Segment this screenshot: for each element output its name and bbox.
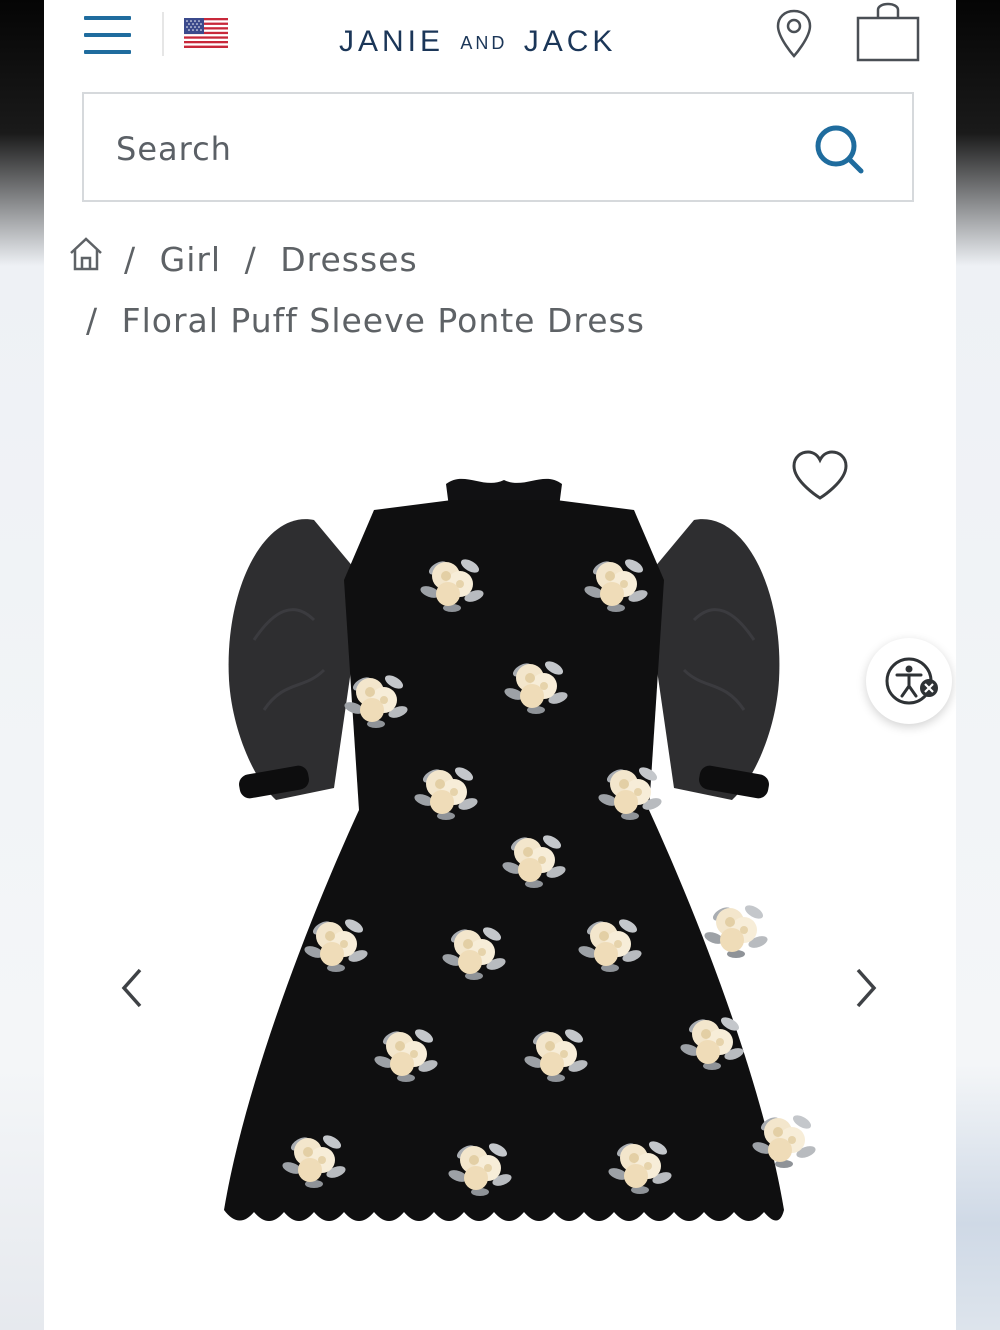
divider xyxy=(162,12,164,56)
product-image xyxy=(224,478,818,1221)
breadcrumb-dresses[interactable]: Dresses xyxy=(280,240,417,279)
breadcrumb-product: Floral Puff Sleeve Ponte Dress xyxy=(121,301,645,340)
chevron-left-icon[interactable] xyxy=(116,964,146,1012)
product-page: JANIE AND JACK / Girl / Dresses / Floral… xyxy=(44,0,956,1330)
us-flag-icon[interactable] xyxy=(184,18,228,48)
backdrop-right xyxy=(956,0,1000,1330)
breadcrumb-girl[interactable]: Girl xyxy=(160,240,221,279)
brand-word-small: AND xyxy=(460,33,508,53)
breadcrumb-separator: / xyxy=(124,240,137,279)
search-bar xyxy=(82,92,914,202)
accessibility-button[interactable] xyxy=(866,638,952,724)
accessibility-icon xyxy=(885,657,938,705)
breadcrumb-current-row: / Floral Puff Sleeve Ponte Dress xyxy=(86,301,645,340)
backdrop-left xyxy=(0,0,44,1330)
menu-icon[interactable] xyxy=(84,16,132,56)
search-icon[interactable] xyxy=(812,122,868,178)
brand-word-1: JANIE xyxy=(339,25,445,58)
breadcrumb: / Girl / Dresses xyxy=(124,240,418,279)
location-pin-icon[interactable] xyxy=(774,8,814,60)
brand-logo[interactable]: JANIE AND JACK xyxy=(339,22,679,62)
home-icon[interactable] xyxy=(68,236,104,272)
breadcrumb-separator: / xyxy=(244,240,257,279)
chevron-right-icon[interactable] xyxy=(852,964,882,1012)
breadcrumb-separator: / xyxy=(86,301,99,340)
search-input[interactable] xyxy=(114,120,778,178)
shopping-bag-icon[interactable] xyxy=(856,0,920,62)
brand-word-2: JACK xyxy=(523,25,617,58)
